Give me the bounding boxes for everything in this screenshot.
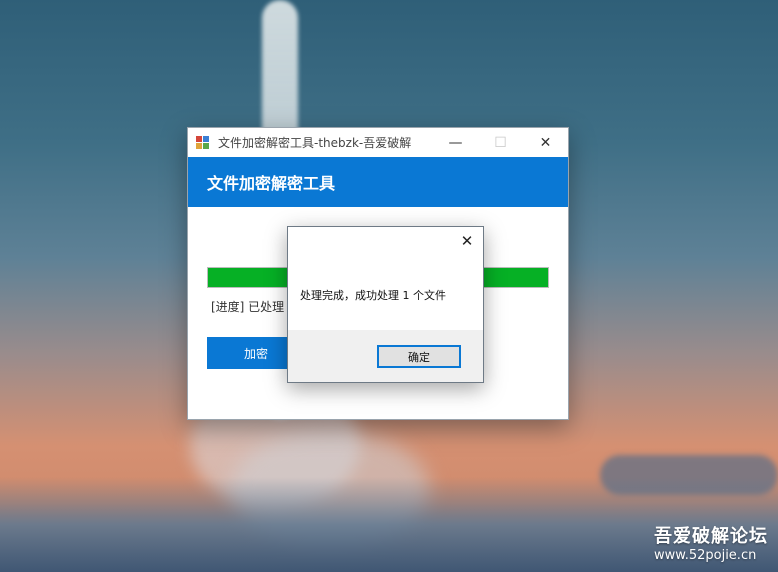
status-text: [进度] 已处理 (211, 300, 285, 314)
watermark-title: 吾爱破解论坛 (654, 526, 768, 547)
watermark-url: www.52pojie.cn (654, 548, 757, 563)
dialog-message: 处理完成，成功处理 1 个文件 (300, 289, 446, 302)
maximize-button[interactable]: ☐ (478, 128, 523, 157)
dialog-footer: 确定 (288, 330, 483, 382)
title-bar[interactable]: 文件加密解密工具-thebzk-吾爱破解 — ☐ ✕ (188, 128, 568, 157)
minimize-button[interactable]: — (433, 128, 478, 157)
window-controls: — ☐ ✕ (433, 128, 568, 157)
ok-button[interactable]: 确定 (377, 345, 461, 368)
forum-watermark: 吾爱破解论坛 www.52pojie.cn (654, 522, 768, 563)
app-icon (196, 135, 210, 150)
header-title: 文件加密解密工具 (207, 174, 336, 193)
header-band: 文件加密解密工具 (188, 157, 568, 207)
close-button[interactable]: ✕ (523, 128, 568, 157)
message-dialog: ✕ 处理完成，成功处理 1 个文件 确定 (287, 226, 484, 383)
window-title: 文件加密解密工具-thebzk-吾爱破解 (218, 136, 412, 150)
dialog-close-icon[interactable]: ✕ (459, 232, 475, 250)
